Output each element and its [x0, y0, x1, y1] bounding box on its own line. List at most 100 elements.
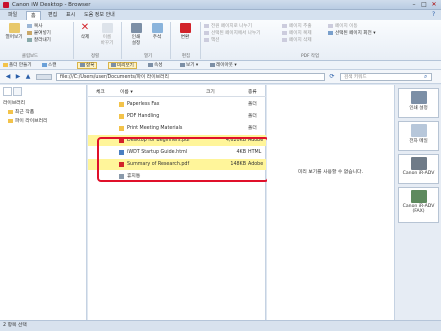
cut-button[interactable]: 잘라내기 — [27, 37, 51, 44]
file-row[interactable]: PDF Handling 폴더 — [88, 111, 266, 122]
command-toolbar: 폴더 만들기 스캔 항목 미리보기 속성 보기 ▾ 레이아웃 ▾ — [0, 61, 441, 70]
cut-icon — [27, 37, 32, 42]
forward-button[interactable]: ▶ — [14, 73, 22, 81]
items-toggle[interactable]: 항목 — [77, 62, 98, 69]
layout-label: 레이아웃 ▾ — [216, 63, 237, 68]
email-shortcut[interactable]: 전자 메일 — [398, 121, 439, 151]
tab-home[interactable]: 홈 — [26, 11, 41, 20]
layout-dropdown[interactable]: 레이아웃 ▾ — [210, 62, 237, 69]
rename-label-2: 바꾸기 — [100, 41, 114, 46]
delete-page-label: 페이지 삭제 — [289, 38, 312, 43]
paste-button[interactable]: 붙여넣기 — [27, 30, 51, 37]
printer-icon — [130, 23, 142, 33]
copy-button[interactable]: 복사 — [27, 23, 51, 30]
column-check[interactable]: 체크 — [96, 89, 105, 97]
open-label: 열어보기 — [5, 35, 23, 40]
page-icon — [282, 30, 287, 35]
new-folder-icon — [3, 62, 8, 67]
properties-button[interactable]: 속성 — [148, 62, 162, 69]
up-button[interactable]: ▲ — [24, 73, 32, 81]
move-page-label: 페이지 이동 — [335, 24, 358, 29]
tree-item-my-library[interactable]: 파이 라이브러리 — [8, 118, 47, 125]
rotate-selected-page-button[interactable]: 선택된 페이지 회전 ▾ — [328, 30, 376, 37]
tree-root-library[interactable]: 라이브러리 — [3, 100, 25, 107]
folder-icon — [119, 126, 124, 131]
scan-label: 스캔 — [48, 63, 57, 68]
canon-ir-adv-shortcut[interactable]: Canon iR-ADV — [398, 154, 439, 184]
minimize-button[interactable]: – — [409, 1, 419, 8]
column-size[interactable]: 크기 — [206, 89, 215, 97]
ribbon-separator — [121, 22, 122, 59]
file-row[interactable]: Paperless Fax 폴더 — [88, 99, 266, 110]
column-type[interactable]: 종류 — [248, 89, 257, 97]
navigation-pane: 라이브러리 최근 작품 파이 라이브러리 — [0, 85, 87, 320]
print-settings-shortcut[interactable]: 인쇄 설정 — [398, 88, 439, 118]
delete-label: 삭제 — [80, 35, 90, 40]
file-row[interactable]: Print Meeting Materials 폴더 — [88, 123, 266, 134]
tab-help-guide[interactable]: 도움 정보 안내 — [80, 11, 119, 20]
folder-icon — [119, 114, 124, 119]
back-button[interactable]: ◀ — [4, 73, 12, 81]
convert-icon — [179, 23, 191, 33]
split-all-pages-button[interactable]: 전원 페이지로 나누기 — [204, 23, 260, 30]
path-input[interactable]: file:///C:/Users/user/Documents/파이 라이브러리 — [56, 73, 325, 81]
tab-edit[interactable]: 편집 — [44, 11, 61, 20]
rotate-label: 선택된 페이지 회전 ▾ — [335, 31, 376, 36]
file-list: 체크 이름 ▾ 크기 종류 Paperless Fax 폴더 PDF Handlin… — [88, 85, 266, 320]
extract-page-button[interactable]: 페이지 추출 — [282, 23, 312, 30]
convert-label: 변환 — [180, 35, 190, 40]
group-label-pdf: PDF 작업 — [300, 54, 320, 59]
canon-ir-adv-fax-shortcut[interactable]: Canon iR-ADV (FAX) — [398, 187, 439, 223]
multifunction-printer-icon — [410, 157, 427, 170]
file-name: PDF Handling — [127, 114, 160, 119]
print-settings-button[interactable]: 인쇄 설정 — [126, 23, 146, 46]
rotate-icon — [328, 30, 333, 35]
rename-button[interactable]: 이름 바꾸기 — [96, 23, 118, 46]
action-icon — [204, 37, 209, 42]
email-label: 전자 메일 — [409, 139, 428, 144]
split-icon — [204, 30, 209, 35]
action-label: 액션 — [211, 38, 220, 43]
maximize-button[interactable]: □ — [419, 1, 429, 8]
scan-button[interactable]: 스캔 — [42, 62, 56, 69]
preview-label: 미리보기 — [117, 63, 134, 69]
print-settings-label: 인쇄 설정 — [409, 106, 428, 111]
duplicate-page-button[interactable]: 페이지 복제 — [282, 30, 312, 37]
preview-toggle[interactable]: 미리보기 — [108, 62, 137, 69]
favorites-tab[interactable] — [13, 87, 22, 96]
tab-file[interactable]: 파일 — [4, 11, 21, 20]
action-button[interactable]: 액션 — [204, 37, 260, 44]
move-page-button[interactable]: 페이지 이동 — [328, 23, 376, 30]
refresh-icon[interactable]: ⟳ — [328, 73, 336, 81]
title-bar: Canon iW Desktop - Browser – □ ✕ — [0, 0, 441, 10]
view-dropdown[interactable]: 보기 ▾ — [180, 62, 198, 69]
tree-item-label: 최근 작품 — [15, 110, 35, 115]
tree-item-recent[interactable]: 최근 작품 — [8, 109, 34, 116]
library-tab[interactable] — [3, 87, 12, 96]
file-type: 폴더 — [248, 102, 257, 107]
new-folder-button[interactable]: 폴더 만들기 — [3, 62, 32, 69]
delete-button[interactable]: ✕ 삭제 — [76, 23, 94, 41]
split-selected-button[interactable]: 선택된 페이지에서 나누기 — [204, 30, 260, 37]
help-icon[interactable]: ? — [432, 11, 435, 18]
status-bar: 2 항목 선택 — [0, 320, 441, 331]
printer-icon — [410, 91, 427, 104]
file-type: 폴더 — [248, 126, 257, 131]
properties-label: 속성 — [154, 63, 163, 68]
app-icon — [3, 2, 9, 8]
search-icon[interactable]: ⌕ — [424, 73, 427, 81]
delete-page-button[interactable]: 페이지 삭제 — [282, 37, 312, 44]
view-icon — [180, 62, 185, 67]
open-button[interactable]: 열어보기 — [3, 23, 25, 40]
address-icon — [36, 74, 52, 80]
items-label: 항목 — [86, 63, 95, 69]
convert-button[interactable]: 변환 — [175, 23, 195, 40]
column-name[interactable]: 이름 ▾ — [120, 89, 133, 97]
search-input[interactable]: 검색 키워드 — [340, 73, 432, 81]
close-button[interactable]: ✕ — [429, 1, 439, 8]
preview-icon — [111, 63, 116, 67]
group-label-arrange: 정렬 — [90, 54, 100, 59]
tab-view[interactable]: 표시 — [62, 11, 79, 20]
scan-icon — [42, 62, 47, 67]
annotate-button[interactable]: 주석 — [148, 23, 166, 40]
